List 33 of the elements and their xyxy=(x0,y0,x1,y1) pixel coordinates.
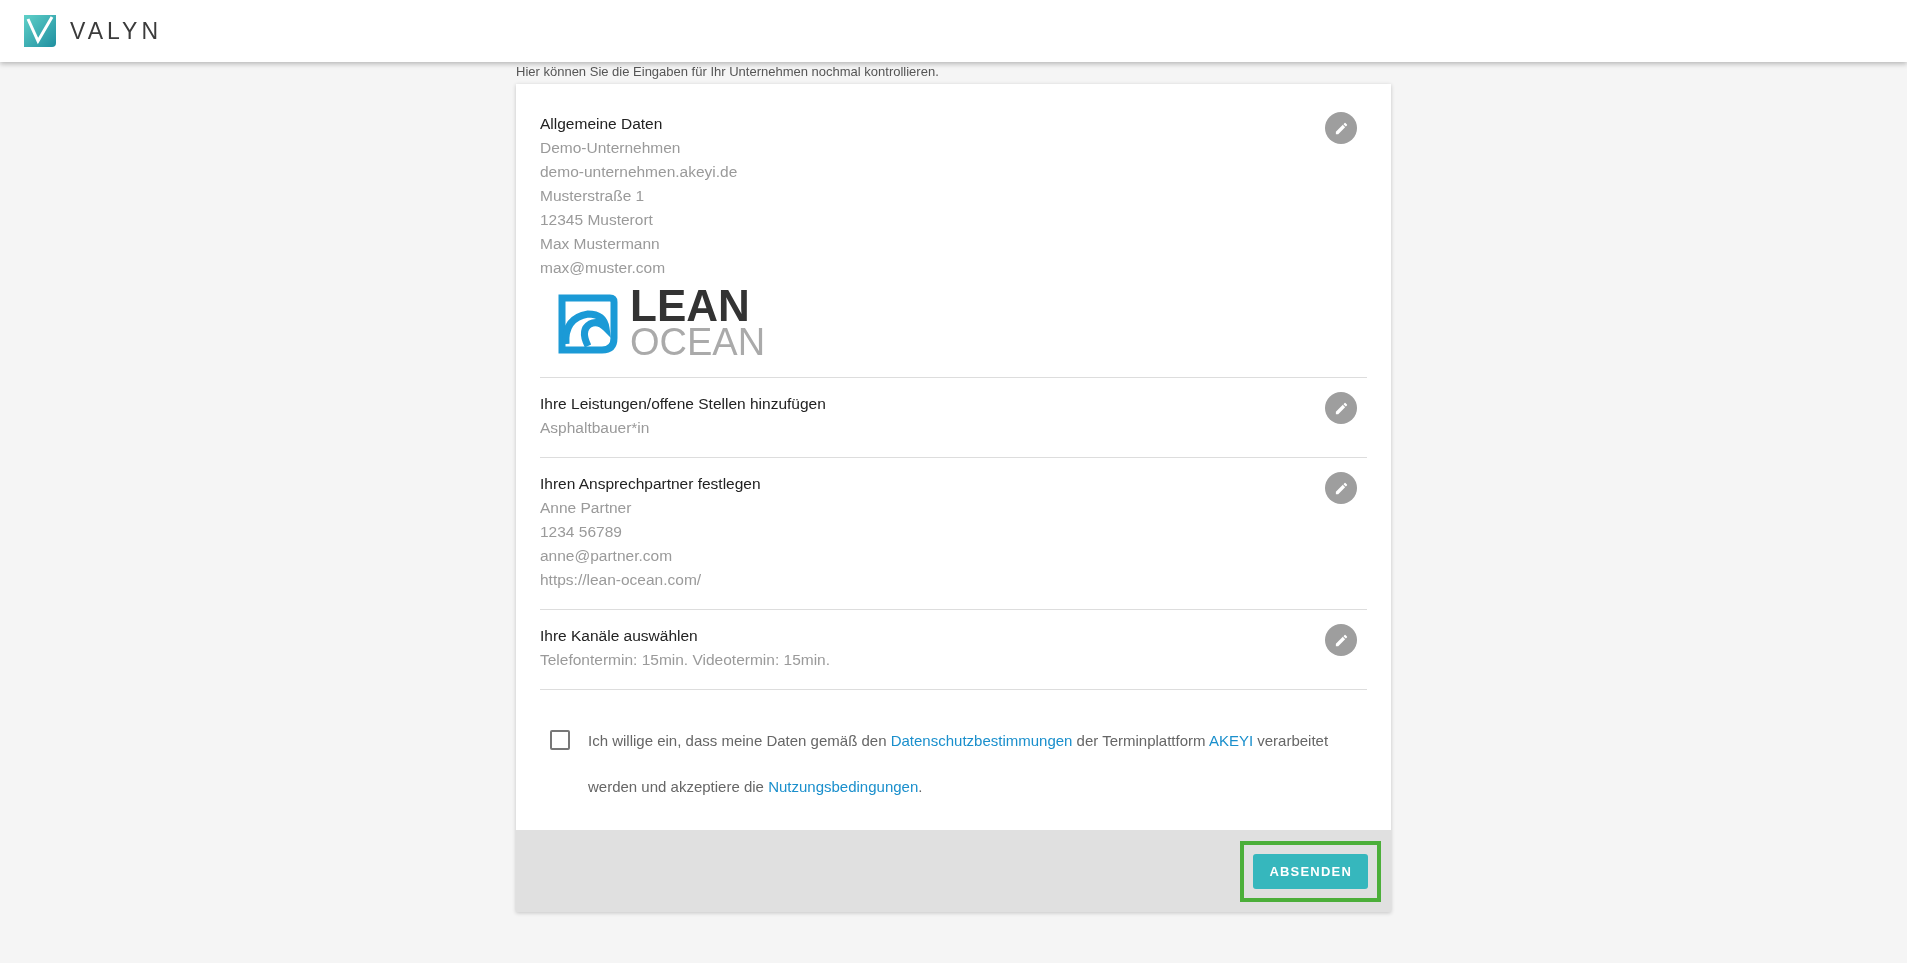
consent-link[interactable]: Datenschutzbestimmungen xyxy=(890,732,1073,749)
section-value: Asphaltbauer*in xyxy=(540,418,651,438)
section-value: Telefontermin: 15min. Videotermin: 15min. xyxy=(540,650,831,670)
section-value: Max Mustermann xyxy=(540,234,661,254)
edit-button[interactable] xyxy=(1325,624,1357,656)
pencil-icon xyxy=(1333,400,1349,416)
section-value: https://lean-ocean.com/ xyxy=(540,570,703,590)
section-value: 12345 Musterort xyxy=(540,210,654,230)
section-value: anne@partner.com xyxy=(540,546,674,566)
section-value: Musterstraße 1 xyxy=(540,186,646,206)
edit-button[interactable] xyxy=(1325,112,1357,144)
section-value: Demo-Unternehmen xyxy=(540,138,682,158)
section-value: 1234 56789 xyxy=(540,522,623,542)
pencil-icon xyxy=(1333,120,1349,136)
section-title: Ihre Leistungen/offene Stellen hinzufügen xyxy=(540,394,826,414)
edit-button[interactable] xyxy=(1325,472,1357,504)
logo-icon xyxy=(22,13,58,49)
section-title: Allgemeine Daten xyxy=(540,114,664,134)
pencil-icon xyxy=(1333,632,1349,648)
consent-checkbox[interactable] xyxy=(550,730,570,750)
submit-button[interactable]: ABSENDEN xyxy=(1253,853,1368,889)
edit-button[interactable] xyxy=(1325,392,1357,424)
consent-link[interactable]: AKEYI xyxy=(1208,732,1254,749)
brand-name: VALYN xyxy=(70,17,162,45)
section-value: max@muster.com xyxy=(540,258,667,278)
company-logo: LEAN OCEAN xyxy=(558,288,766,360)
consent-text: Ich willige ein, dass meine Daten gemäß den Datenschutzbestimmungen der Terminplattform AKEYI verarbeitet werden und akzeptiere die Nutzungsbedingungen. xyxy=(588,731,1330,797)
section-value: demo-unternehmen.akeyi.de xyxy=(540,162,739,182)
section-title: Ihren Ansprechpartner festlegen xyxy=(540,474,761,494)
pencil-icon xyxy=(1333,480,1349,496)
intro-text: Hier können Sie die Eingaben für Ihr Unternehmen nochmal kontrollieren. xyxy=(516,64,940,79)
section-title: Ihre Kanäle auswählen xyxy=(540,626,699,646)
section-value: Anne Partner xyxy=(540,498,633,518)
